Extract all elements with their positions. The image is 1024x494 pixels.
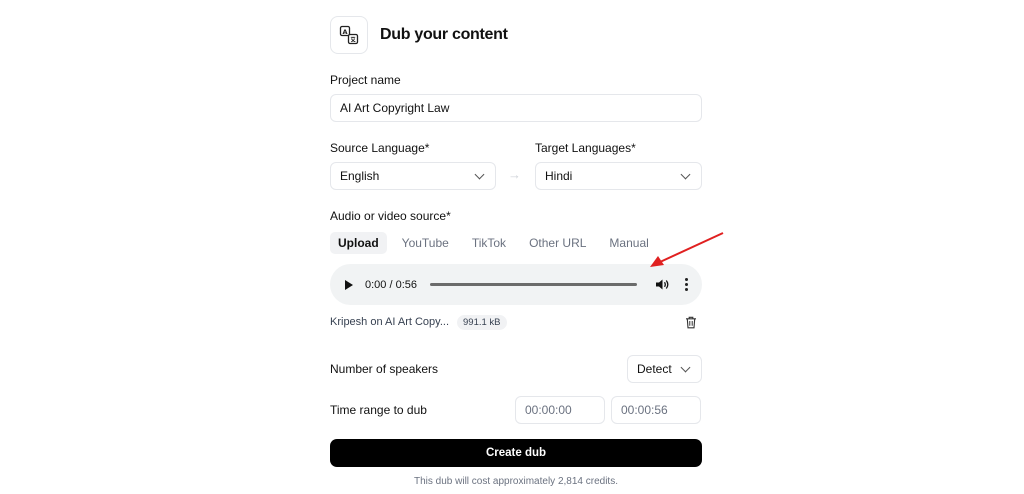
speakers-value: Detect [637,362,672,376]
play-icon[interactable] [345,279,353,290]
tab-other-url[interactable]: Other URL [521,232,594,254]
target-languages-label: Target Languages* [535,141,636,155]
volume-icon[interactable] [655,278,670,291]
svg-text:A: A [342,28,347,36]
more-options-icon[interactable] [685,278,688,291]
source-language-label: Source Language* [330,141,430,155]
page-title: Dub your content [380,26,508,43]
time-start-input[interactable]: 00:00:00 [515,396,605,424]
target-languages-select[interactable]: Hindi [535,162,702,190]
player-time: 0:00 / 0:56 [365,278,417,291]
target-language-value: Hindi [545,169,573,183]
trash-icon[interactable] [685,316,697,334]
source-label: Audio or video source* [330,209,451,223]
cost-note: This dub will cost approximately 2,814 c… [414,476,618,487]
tab-tiktok[interactable]: TikTok [464,232,514,254]
source-language-select[interactable]: English [330,162,496,190]
tab-upload[interactable]: Upload [330,232,387,254]
tab-youtube[interactable]: YouTube [394,232,457,254]
chevron-down-icon [474,169,485,179]
time-end-input[interactable]: 00:00:56 [611,396,701,424]
create-dub-button[interactable]: Create dub [330,439,702,467]
source-language-value: English [340,169,380,183]
form-header: A Dub your content [330,16,508,54]
speakers-label: Number of speakers [330,362,439,376]
file-size-badge: 991.1 kB [457,315,507,330]
source-tabs: Upload YouTube TikTok Other URL Manual [330,232,664,254]
chevron-down-icon [680,362,691,372]
chevron-down-icon [680,169,691,179]
project-name-input[interactable]: AI Art Copyright Law [330,94,702,122]
project-name-label: Project name [330,73,401,87]
speakers-select[interactable]: Detect [627,355,702,383]
file-name: Kripesh on AI Art Copy... [330,316,450,328]
annotation-arrow-icon [650,232,724,267]
translate-icon: A [330,16,368,54]
time-range-label: Time range to dub [330,403,427,417]
seek-bar[interactable] [430,283,637,286]
audio-player: 0:00 / 0:56 [330,264,702,305]
arrow-right-icon: → [508,167,521,182]
